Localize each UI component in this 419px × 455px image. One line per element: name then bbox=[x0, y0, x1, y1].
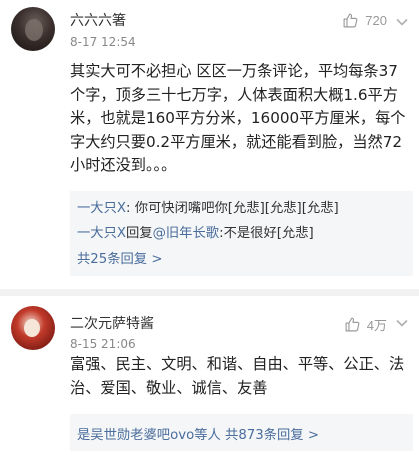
reply-box: 一大只X: 你可快闭嘴吧你[允悲][允悲][允悲] 一大只X回复@旧年长歌:不是… bbox=[70, 191, 413, 276]
reply-separator: : bbox=[126, 201, 135, 216]
divider bbox=[0, 289, 419, 296]
comment-username[interactable]: 六六六箸 bbox=[70, 10, 126, 30]
like-button[interactable]: 4万 bbox=[344, 315, 387, 334]
avatar[interactable] bbox=[11, 7, 55, 51]
comment-time: 8-15 21:06 bbox=[70, 337, 136, 351]
reply-item[interactable]: 一大只X回复@旧年长歌:不是很好[允悲] bbox=[77, 222, 314, 241]
chevron-down-icon[interactable] bbox=[395, 15, 409, 29]
like-count: 4万 bbox=[366, 318, 387, 333]
thumbs-up-icon bbox=[345, 317, 360, 332]
reply-target[interactable]: @旧年长歌 bbox=[153, 226, 219, 241]
comment-item: 二次元萨特酱 8-15 21:06 4万 富强、民主、文明、和谐、自由、平等、公… bbox=[0, 296, 419, 455]
comment-text: 富强、民主、文明、和谐、自由、平等、公正、法治、爱国、敬业、诚信、友善 bbox=[70, 355, 405, 397]
reply-summary-box: 是吴世勋老婆吧ovo等人 共873条回复 > bbox=[70, 414, 413, 451]
reply-item[interactable]: 一大只X: 你可快闭嘴吧你[允悲][允悲][允悲] bbox=[77, 197, 339, 216]
avatar[interactable] bbox=[11, 306, 55, 350]
view-all-replies-link[interactable]: 是吴世勋老婆吧ovo等人 共873条回复 > bbox=[77, 424, 319, 443]
thumbs-up-icon bbox=[343, 13, 358, 28]
reply-username[interactable]: 一大只X bbox=[77, 226, 126, 241]
chevron-down-icon[interactable] bbox=[395, 316, 409, 330]
reply-text: 不是很好[允悲] bbox=[223, 226, 314, 241]
reply-text: 你可快闭嘴吧你[允悲][允悲][允悲] bbox=[134, 201, 339, 216]
like-count: 720 bbox=[365, 13, 387, 28]
view-all-replies-link[interactable]: 共25条回复 > bbox=[77, 248, 162, 267]
comment-text: 其实大可不必担心 区区一万条评论，平均每条37个字，顶多三十七万字，人体表面积大… bbox=[70, 62, 406, 174]
comment-item: 六六六箸 8-17 12:54 720 其实大可不必担心 区区一万条评论，平均每… bbox=[0, 0, 419, 290]
comment-time: 8-17 12:54 bbox=[70, 35, 136, 49]
reply-username[interactable]: 一大只X bbox=[77, 201, 126, 216]
like-button[interactable]: 720 bbox=[342, 12, 387, 29]
reply-verb: 回复 bbox=[126, 226, 153, 241]
comment-username[interactable]: 二次元萨特酱 bbox=[70, 313, 154, 333]
